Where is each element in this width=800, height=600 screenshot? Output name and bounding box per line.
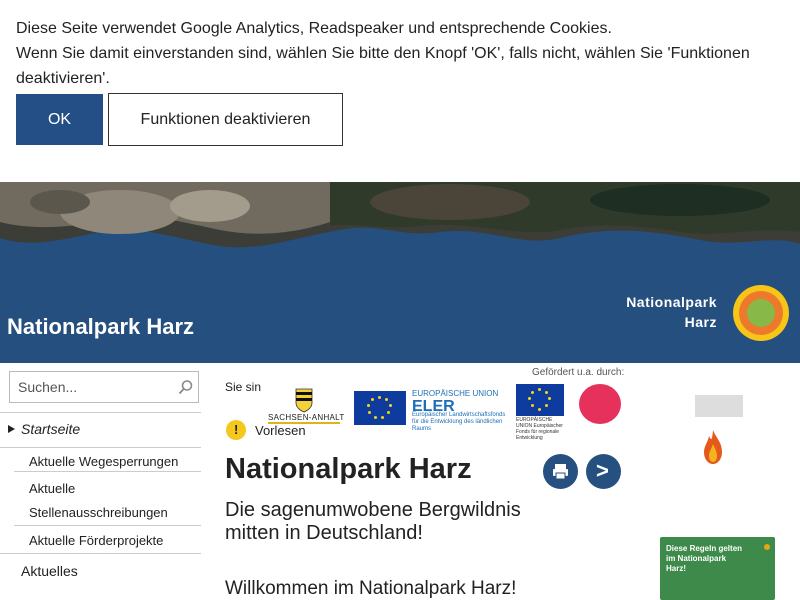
sidebar-item-wegesperrungen[interactable]: Aktuelle Wegesperrungen	[29, 454, 178, 469]
search-box	[9, 371, 199, 403]
efre-text: EUROPÄISCHE UNION Europäischer Fonds für…	[516, 417, 563, 441]
right-teaser-image[interactable]	[695, 395, 743, 417]
sidebar-item-stellenausschreibungen-line2[interactable]: Stellenausschreibungen	[29, 505, 168, 520]
share-button[interactable]: >	[586, 454, 621, 489]
cookie-text-line1: Diese Seite verwendet Google Analytics, …	[16, 20, 612, 37]
funding-label: Gefördert u.a. durch:	[532, 367, 625, 378]
sidebar-item-foerderprojekte[interactable]: Aktuelle Förderprojekte	[29, 533, 163, 548]
logo-line2: Harz	[684, 314, 717, 330]
deactivate-functions-button[interactable]: Funktionen deaktivieren	[108, 93, 343, 146]
welcome-heading: Willkommen im Nationalpark Harz!	[225, 578, 517, 599]
breadcrumb: Sie sin	[225, 380, 262, 394]
page-title: Nationalpark Harz	[225, 453, 472, 485]
logo-line1: Nationalpark	[626, 294, 717, 310]
rules-promo-card[interactable]: Diese Regeln gelten im Nationalpark Harz…	[660, 537, 775, 600]
printer-icon	[553, 464, 568, 480]
nationalpark-logo-icon[interactable]	[733, 285, 789, 341]
page-subtitle: Die sagenumwobene Bergwildnis mitten in …	[225, 499, 521, 544]
active-arrow-icon	[8, 425, 15, 433]
cookie-banner: Diese Seite verwendet Google Analytics, …	[0, 0, 800, 182]
search-icon[interactable]	[178, 379, 194, 395]
readspeaker-icon[interactable]: !	[226, 420, 246, 440]
sachsen-anhalt-logo-text: SACHSEN-ANHALT	[268, 413, 345, 422]
promo-logo-icon	[764, 544, 770, 550]
eler-subtitle: Europäischer Landwirtschaftsfonds für di…	[412, 412, 506, 432]
cookie-text-line2: Wenn Sie damit einverstanden sind, wähle…	[16, 45, 750, 87]
chevron-right-icon: >	[596, 458, 609, 483]
fire-icon[interactable]	[700, 428, 726, 466]
search-input[interactable]	[10, 372, 170, 402]
vorlesen-link[interactable]: Vorlesen	[255, 423, 306, 438]
niedersachsen-logo-icon[interactable]	[579, 384, 621, 424]
promo-text: Diese Regeln gelten im Nationalpark Harz…	[666, 544, 743, 573]
logo-wordmark[interactable]: Nationalpark Harz	[611, 292, 717, 332]
eu-flag-eler-icon[interactable]	[354, 391, 406, 425]
eler-small-text: EUROPÄISCHE UNION	[412, 389, 499, 398]
nav-divider	[0, 553, 201, 554]
print-button[interactable]	[543, 454, 578, 489]
nav-divider	[0, 447, 201, 448]
ok-button[interactable]: OK	[16, 94, 103, 145]
nav-divider	[0, 412, 201, 413]
sidebar-item-aktuelles[interactable]: Aktuelles	[21, 563, 78, 579]
nav-divider	[14, 525, 201, 526]
sidebar: Startseite Aktuelle Wegesperrungen Aktue…	[0, 363, 201, 600]
eu-flag-efre-icon[interactable]	[516, 384, 564, 416]
sidebar-item-stellenausschreibungen-line1[interactable]: Aktuelle	[29, 481, 75, 496]
site-title[interactable]: Nationalpark Harz	[7, 314, 194, 340]
sidebar-item-startseite[interactable]: Startseite	[21, 421, 80, 437]
nav-divider	[14, 471, 201, 472]
